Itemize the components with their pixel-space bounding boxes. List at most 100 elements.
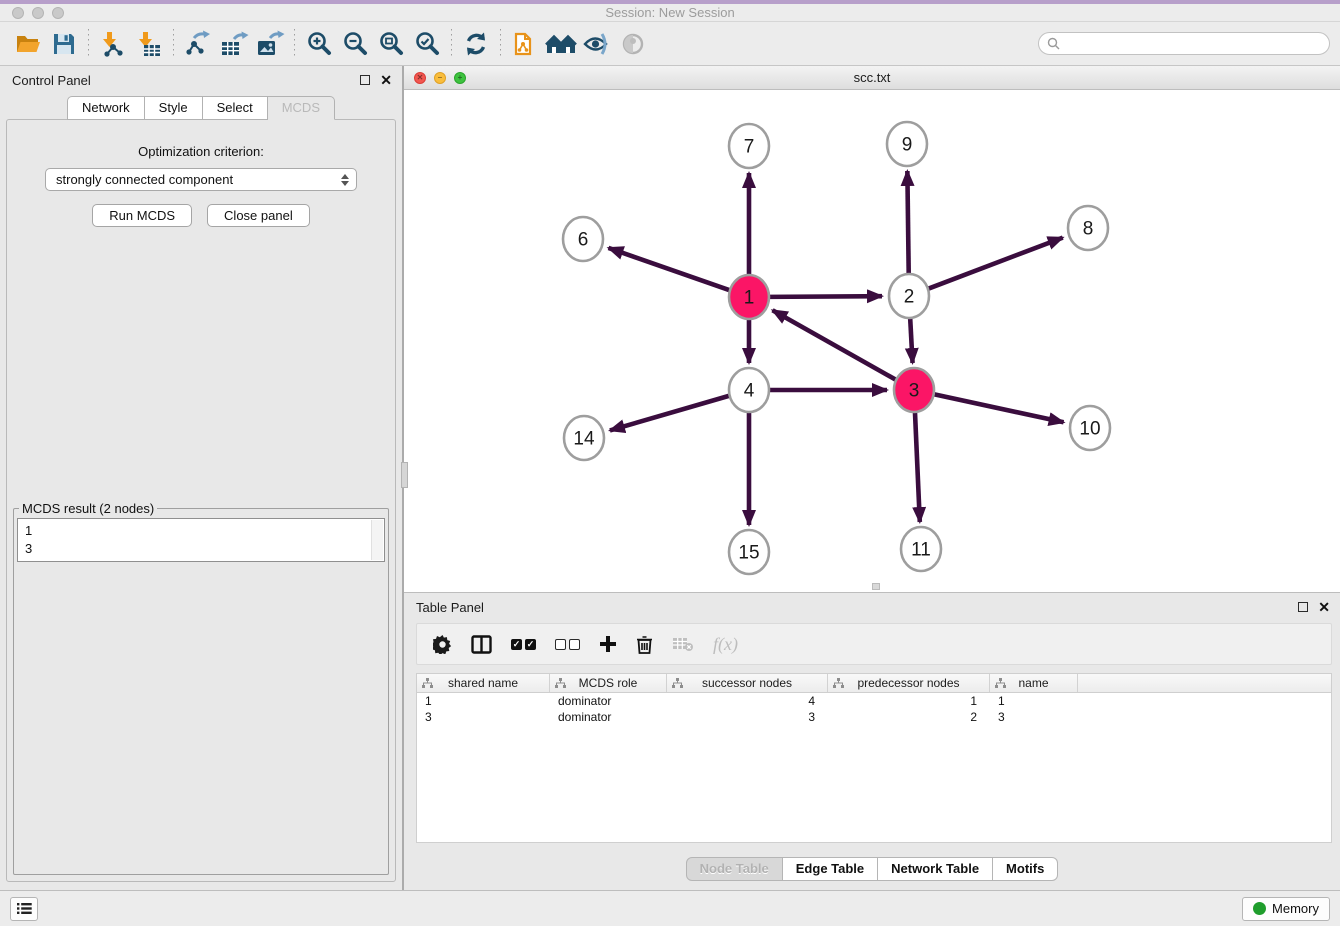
- memory-button[interactable]: Memory: [1242, 897, 1330, 921]
- export-image-icon[interactable]: [252, 27, 288, 61]
- graph-node-label-3: 3: [909, 381, 920, 402]
- function-builder-icon[interactable]: f(x): [713, 634, 738, 655]
- cell[interactable]: dominator: [550, 694, 667, 708]
- first-neighbors-icon[interactable]: [543, 27, 579, 61]
- network-canvas[interactable]: 7968124314101511: [404, 90, 1340, 592]
- column-header-successor-nodes[interactable]: successor nodes: [667, 674, 828, 692]
- float-table-panel-icon[interactable]: [1298, 602, 1308, 612]
- graph-node-label-15: 15: [738, 543, 759, 564]
- graph-edge-2-8[interactable]: [929, 238, 1063, 289]
- table-tabs: Node TableEdge TableNetwork TableMotifs: [686, 857, 1059, 881]
- delete-table-icon[interactable]: [672, 636, 694, 652]
- criterion-dropdown[interactable]: strongly connected component: [45, 168, 357, 191]
- show-columns-icon[interactable]: [471, 635, 492, 654]
- mcds-result-title: MCDS result (2 nodes): [19, 501, 157, 516]
- graph-node-label-14: 14: [573, 429, 595, 450]
- mcds-panel: Optimization criterion: strongly connect…: [6, 119, 396, 882]
- graph-edge-2-9[interactable]: [907, 171, 908, 275]
- graph-edge-2-3[interactable]: [910, 317, 912, 363]
- task-history-button[interactable]: [10, 897, 38, 921]
- save-session-icon[interactable]: [46, 27, 82, 61]
- zoom-fit-icon[interactable]: [373, 27, 409, 61]
- toolbar-separator: [500, 29, 501, 59]
- graph-edge-1-6[interactable]: [608, 248, 729, 290]
- graph-node-label-9: 9: [902, 135, 913, 156]
- graph-edge-3-10[interactable]: [935, 394, 1064, 422]
- graph-node-label-4: 4: [744, 381, 755, 402]
- show-all-icon[interactable]: [615, 27, 651, 61]
- cell[interactable]: 3: [417, 710, 550, 724]
- apply-layout-icon[interactable]: [458, 27, 494, 61]
- vertical-splitter-handle[interactable]: [401, 462, 408, 488]
- main-area: Control Panel ✕ NetworkStyleSelectMCDS O…: [0, 66, 1340, 890]
- graph-edge-4-14[interactable]: [610, 396, 729, 431]
- mcds-result-box[interactable]: 1 3: [17, 518, 385, 562]
- criterion-dropdown-value: strongly connected component: [56, 172, 341, 187]
- float-panel-icon[interactable]: [360, 75, 370, 85]
- zoom-selected-icon[interactable]: [409, 27, 445, 61]
- cell[interactable]: 1: [828, 694, 990, 708]
- graph-node-label-7: 7: [744, 137, 755, 158]
- zoom-out-icon[interactable]: [337, 27, 373, 61]
- control-panel: Control Panel ✕ NetworkStyleSelectMCDS O…: [0, 66, 404, 890]
- tab-edge-table[interactable]: Edge Table: [783, 857, 878, 881]
- table-header-row: shared nameMCDS rolesuccessor nodesprede…: [417, 674, 1331, 693]
- toolbar-separator: [88, 29, 89, 59]
- cell[interactable]: 1: [417, 694, 550, 708]
- zoom-in-icon[interactable]: [301, 27, 337, 61]
- cell[interactable]: 2: [828, 710, 990, 724]
- table-toolbar: ✓✓ f(x): [416, 623, 1332, 665]
- tab-mcds[interactable]: MCDS: [268, 96, 335, 120]
- graph-node-label-11: 11: [911, 540, 931, 561]
- graph-edge-1-2[interactable]: [770, 296, 882, 297]
- close-panel-button[interactable]: Close panel: [207, 204, 310, 227]
- open-session-icon[interactable]: [10, 27, 46, 61]
- cell[interactable]: 4: [667, 694, 828, 708]
- cell[interactable]: 1: [990, 694, 1078, 708]
- table-row-1[interactable]: 1dominator411: [417, 693, 1331, 709]
- cell[interactable]: 3: [667, 710, 828, 724]
- close-panel-icon[interactable]: ✕: [380, 73, 392, 87]
- status-bar: Memory: [0, 890, 1340, 926]
- network-window-titlebar[interactable]: ✕ – + scc.txt: [404, 66, 1340, 90]
- table-settings-icon[interactable]: [433, 635, 452, 654]
- tab-style[interactable]: Style: [145, 96, 203, 120]
- export-table-icon[interactable]: [216, 27, 252, 61]
- graph-node-label-10: 10: [1079, 419, 1100, 440]
- import-network-icon[interactable]: [95, 27, 131, 61]
- tab-motifs[interactable]: Motifs: [993, 857, 1058, 881]
- deselect-all-icon[interactable]: [555, 639, 580, 650]
- column-header-MCDS-role[interactable]: MCDS role: [550, 674, 667, 692]
- search-icon: [1047, 37, 1060, 50]
- canvas-splitter-handle[interactable]: [872, 583, 880, 590]
- import-table-icon[interactable]: [131, 27, 167, 61]
- run-mcds-button[interactable]: Run MCDS: [92, 204, 192, 227]
- delete-entry-icon[interactable]: [636, 635, 653, 654]
- cell[interactable]: 3: [990, 710, 1078, 724]
- tab-network[interactable]: Network: [67, 96, 145, 120]
- hide-selected-icon[interactable]: [579, 27, 615, 61]
- tab-network-table[interactable]: Network Table: [878, 857, 993, 881]
- mcds-result-text: 1 3: [18, 519, 384, 561]
- graph-node-label-8: 8: [1083, 219, 1094, 240]
- tab-select[interactable]: Select: [203, 96, 268, 120]
- column-header-predecessor-nodes[interactable]: predecessor nodes: [828, 674, 990, 692]
- tab-node-table[interactable]: Node Table: [686, 857, 783, 881]
- control-panel-title: Control Panel: [12, 73, 91, 88]
- network-search-field[interactable]: [1038, 32, 1330, 55]
- close-table-panel-icon[interactable]: ✕: [1318, 600, 1330, 614]
- select-all-icon[interactable]: ✓✓: [511, 639, 536, 650]
- add-entry-icon[interactable]: [599, 635, 617, 653]
- graph-edge-3-11[interactable]: [915, 411, 920, 522]
- search-input[interactable]: [1064, 37, 1321, 51]
- toolbar-separator: [173, 29, 174, 59]
- column-header-shared-name[interactable]: shared name: [417, 674, 550, 692]
- table-row-2[interactable]: 3dominator323: [417, 709, 1331, 725]
- export-network-icon[interactable]: [180, 27, 216, 61]
- graph-edge-3-1[interactable]: [773, 310, 896, 379]
- column-header-name[interactable]: name: [990, 674, 1078, 692]
- cell[interactable]: dominator: [550, 710, 667, 724]
- network-from-selection-icon[interactable]: [507, 27, 543, 61]
- result-scrollbar[interactable]: [371, 520, 383, 560]
- toolbar-separator: [451, 29, 452, 59]
